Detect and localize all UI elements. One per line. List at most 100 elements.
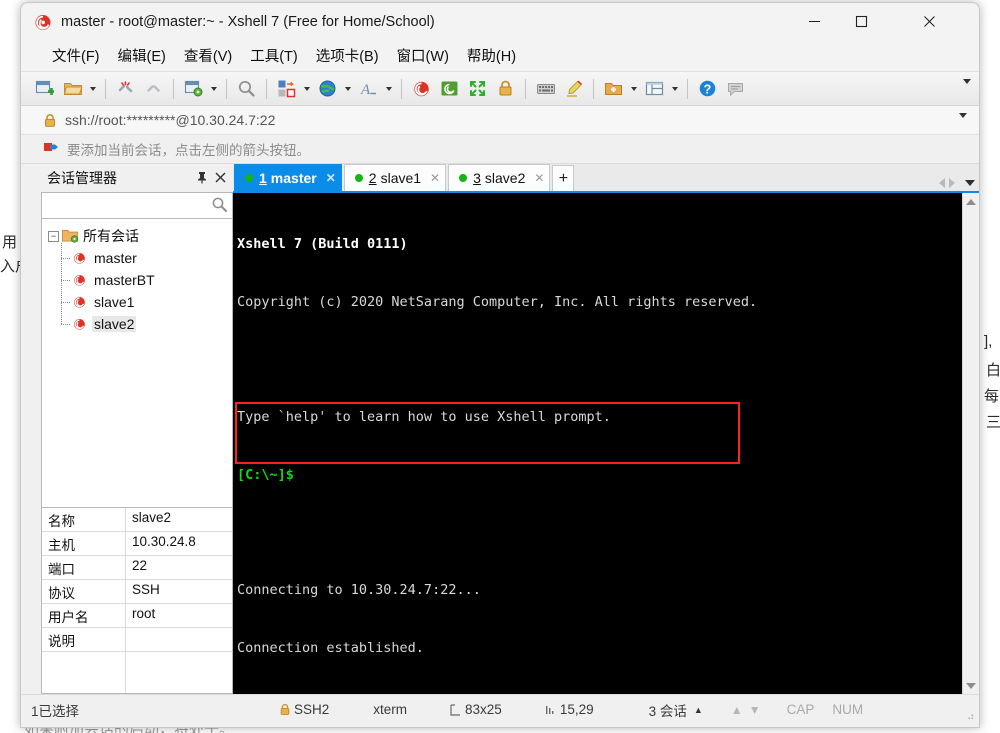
layout-icon[interactable] [641, 75, 668, 102]
scroll-up-button[interactable] [963, 193, 979, 210]
terminal-span: Connecting to 10.30.24.7:22... [237, 581, 481, 598]
session-properties-dropdown-caret[interactable] [208, 75, 220, 102]
tab-close-icon[interactable]: ✕ [326, 171, 336, 185]
tab-navigation [939, 178, 975, 188]
maximize-button[interactable] [838, 3, 885, 40]
xshell-icon[interactable] [408, 75, 435, 102]
keyboard-icon[interactable] [532, 75, 559, 102]
pin-icon[interactable] [193, 169, 211, 187]
tab-next-icon[interactable] [949, 178, 955, 188]
new-session-icon[interactable] [31, 75, 58, 102]
menu-edit[interactable]: 编辑(E) [109, 42, 175, 69]
session-item-masterbt[interactable]: masterBT [58, 269, 232, 291]
notice-bar: 要添加当前会话，点击左侧的箭头按钮。 [21, 135, 979, 164]
reconnect-icon[interactable] [140, 75, 167, 102]
session-search-box[interactable] [41, 192, 233, 219]
tab-master[interactable]: 1 master ✕ [234, 164, 342, 191]
session-properties-icon[interactable] [180, 75, 207, 102]
menu-view[interactable]: 查看(V) [175, 42, 241, 69]
tree-root-all-sessions[interactable]: − 所有会话 [42, 225, 232, 247]
transfer-icon[interactable] [273, 75, 300, 102]
highlight-icon[interactable] [560, 75, 587, 102]
tab-label: slave2 [484, 170, 526, 186]
tab-slave1[interactable]: 2 slave1 ✕ [343, 164, 447, 191]
help-icon[interactable]: ? [694, 75, 721, 102]
layout-dropdown-caret[interactable] [669, 75, 681, 102]
session-tree[interactable]: − 所有会话 master masterBT slave1 slave2 [41, 219, 233, 508]
tab-slave2[interactable]: 3 slave2 ✕ [448, 164, 551, 191]
open-folder-dropdown-caret[interactable] [87, 75, 99, 102]
property-value: 10.30.24.8 [132, 534, 196, 549]
address-bar[interactable]: ssh://root:*********@10.30.24.7:22 [21, 106, 979, 135]
tab-close-icon[interactable]: ✕ [534, 171, 544, 185]
status-terminal-type[interactable]: xterm [373, 702, 407, 717]
tab-list-caret[interactable] [965, 180, 975, 186]
resize-grip-icon[interactable] [963, 709, 975, 721]
tree-expander-icon[interactable]: − [48, 230, 59, 242]
scrollbar-track[interactable] [963, 210, 979, 677]
transfer-dropdown-caret[interactable] [301, 75, 313, 102]
property-empty-value [126, 652, 232, 693]
font-icon[interactable]: A [355, 75, 382, 102]
address-value[interactable]: ssh://root:*********@10.30.24.7:22 [65, 112, 275, 128]
terminal-line: Connection established. [237, 639, 962, 658]
session-manager-header: 会话管理器 [41, 164, 233, 191]
font-dropdown-caret[interactable] [383, 75, 395, 102]
minimize-button[interactable] [791, 3, 838, 40]
tab-prev-icon[interactable] [939, 178, 945, 188]
terminal-scrollbar[interactable] [962, 193, 979, 694]
toolbar-separator [525, 78, 526, 99]
scroll-down-button[interactable] [963, 677, 979, 694]
lock-icon[interactable] [492, 75, 519, 102]
status-protocol-label: SSH2 [294, 702, 330, 717]
address-dropdown-caret[interactable] [959, 113, 967, 136]
disconnect-icon[interactable] [112, 75, 139, 102]
session-icon [74, 319, 85, 330]
menu-tabs[interactable]: 选项卡(B) [307, 42, 388, 69]
globe-icon[interactable] [314, 75, 341, 102]
search-input[interactable] [42, 194, 232, 217]
terminal-output[interactable]: Xshell 7 (Build 0111) Copyright (c) 2020… [233, 193, 962, 694]
session-item-master[interactable]: master [58, 247, 232, 269]
tab-status-dot [245, 174, 253, 182]
globe-dropdown-caret[interactable] [342, 75, 354, 102]
status-cursor-position[interactable]: 15,29 [545, 702, 594, 717]
session-item-slave2[interactable]: slave2 [58, 313, 232, 335]
property-row-description: 说明 [42, 628, 232, 652]
open-folder-icon[interactable] [59, 75, 86, 102]
toolbar-overflow-caret[interactable] [963, 79, 971, 102]
toolbar-separator [401, 78, 402, 99]
session-properties-table: 名称 slave2 主机 10.30.24.8 端口 22 协议 SSH 用户名 [41, 508, 233, 694]
tab-status-dot [354, 174, 363, 182]
property-key: 端口 [42, 556, 126, 579]
menu-tools[interactable]: 工具(T) [241, 42, 307, 69]
search-icon[interactable] [211, 196, 228, 218]
fullscreen-icon[interactable] [464, 75, 491, 102]
session-item-slave1[interactable]: slave1 [58, 291, 232, 313]
menu-window[interactable]: 窗口(W) [388, 42, 458, 69]
feedback-icon[interactable] [722, 75, 749, 102]
session-manager-title: 会话管理器 [47, 169, 117, 186]
close-icon[interactable] [211, 169, 229, 187]
status-protocol[interactable]: SSH2 [279, 702, 329, 717]
new-folder-dropdown-caret[interactable] [628, 75, 640, 102]
new-folder-icon[interactable] [600, 75, 627, 102]
status-terminal-size-label: 83x25 [465, 702, 502, 717]
tab-close-icon[interactable]: ✕ [430, 171, 440, 185]
xftp-icon[interactable] [436, 75, 463, 102]
status-caps-lock: CAP [786, 702, 815, 717]
session-label: masterBT [94, 272, 155, 288]
menu-file[interactable]: 文件(F) [43, 42, 109, 69]
session-icon [74, 275, 85, 286]
title-bar: master - root@master:~ - Xshell 7 (Free … [21, 3, 979, 40]
window-title: master - root@master:~ - Xshell 7 (Free … [61, 13, 435, 30]
session-count-caret[interactable]: ▲ [694, 705, 703, 715]
new-tab-button[interactable]: + [552, 165, 575, 191]
find-icon[interactable] [233, 75, 260, 102]
status-terminal-size[interactable]: 83x25 [450, 702, 502, 717]
menu-help[interactable]: 帮助(H) [458, 42, 525, 69]
session-manager-panel: 会话管理器 − 所有会话 master masterBT slave1 slav… [41, 164, 233, 694]
status-session-count[interactable]: 3 会话 ▲ [649, 700, 703, 720]
close-button[interactable] [899, 3, 959, 40]
